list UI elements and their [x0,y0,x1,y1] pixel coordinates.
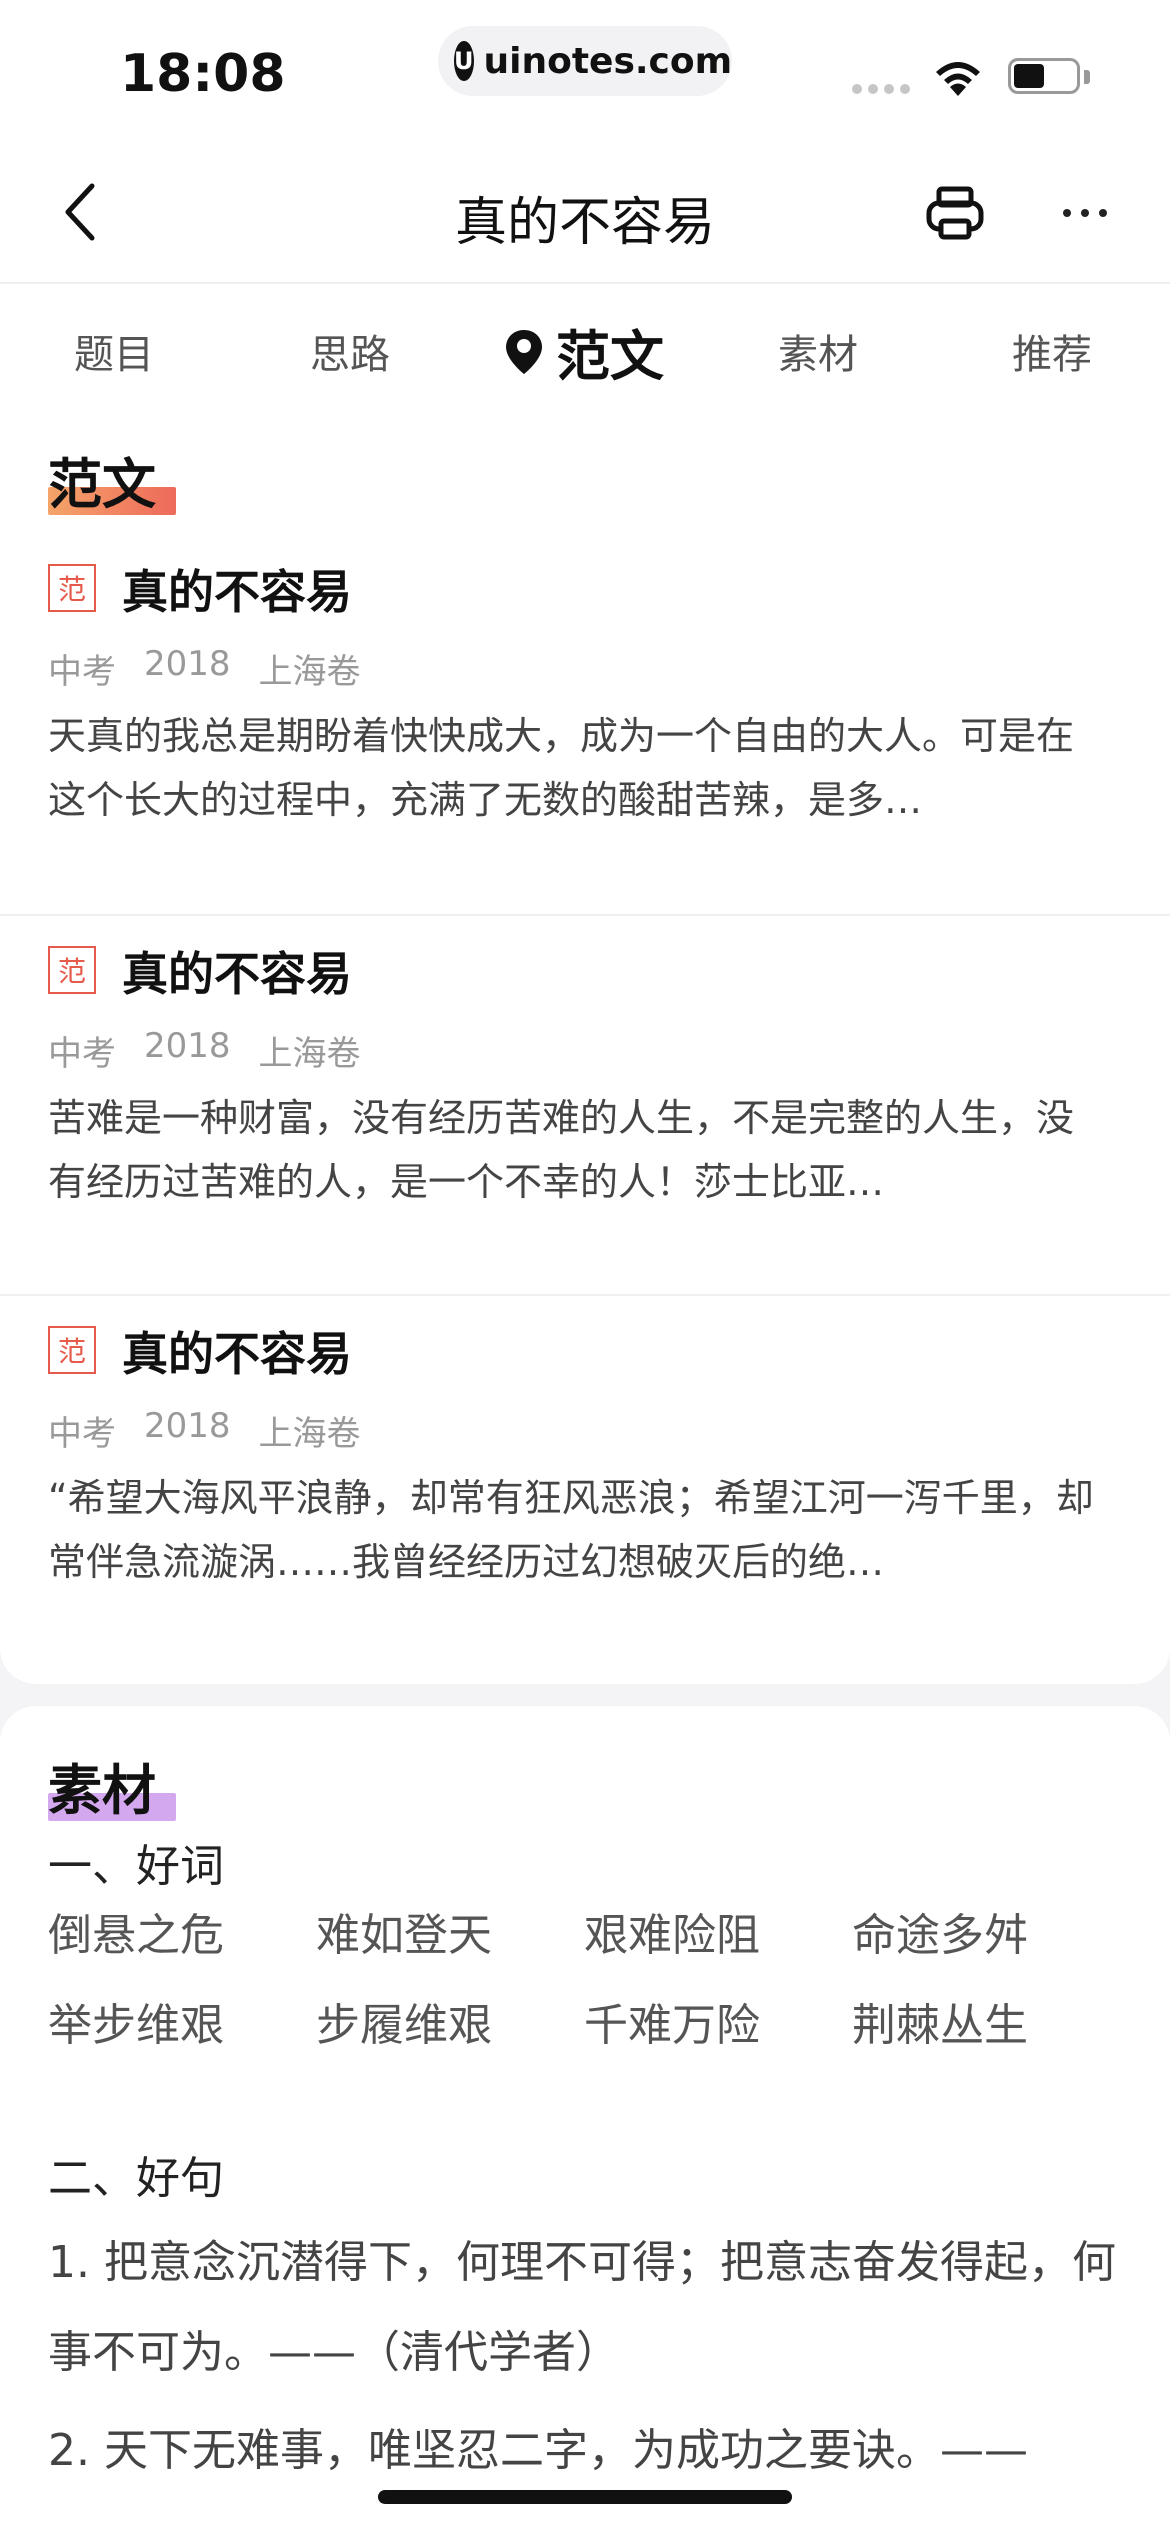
model-badge: 范 [48,1326,96,1374]
essay-title: 真的不容易 [122,565,352,619]
essay-region: 上海卷 [258,652,361,692]
essay-year: 2018 [144,1406,231,1446]
essay-year: 2018 [144,1026,231,1066]
cellular-signal-icon [852,84,910,94]
essay-meta: 中考 2018 上海卷 [48,1026,361,1075]
printer-icon [926,186,984,240]
good-word: 难如登天 [316,1910,492,1961]
tab-topic[interactable]: 题目 [74,322,154,380]
good-word: 艰难险阻 [584,1910,760,1961]
essay-title: 真的不容易 [122,947,352,1001]
battery-level [1014,64,1044,88]
good-sentences-heading: 二、好句 [48,2153,224,2204]
essay-exam: 中考 [48,1034,116,1074]
tab-model-essay[interactable]: 范文 [504,312,664,391]
url-pill[interactable]: U uinotes.com [438,26,732,96]
nav-bar: 真的不容易 [0,140,1170,284]
model-badge: 范 [48,564,96,612]
good-word: 千难万险 [584,2000,760,2051]
more-dot [1063,209,1071,217]
essay-region: 上海卷 [258,1034,361,1074]
tab-material[interactable]: 素材 [778,322,858,380]
essay-excerpt: “希望大海风平浪静，却常有狂风恶浪；希望江河一泻千里，却常伴急流漩涡……我曾经经… [48,1476,1094,1584]
essay-meta: 中考 2018 上海卷 [48,644,361,693]
location-pin-icon [506,329,542,374]
essay-excerpt: 苦难是一种财富，没有经历苦难的人生，不是完整的人生，没有经历过苦难的人，是一个不… [48,1096,1075,1204]
essay-excerpt: 天真的我总是期盼着快快成大，成为一个自由的大人。可是在这个长大的过程中，充满了无… [48,714,1075,822]
good-word: 举步维艰 [48,2000,224,2051]
home-indicator[interactable] [378,2490,792,2504]
quote-item: 1. 把意念沉潜得下，何理不可得；把意志奋发得起，何事不可为。——（清代学者） [48,2237,1116,2378]
material-heading-text: 素材 [48,1759,156,1822]
battery-tip [1084,70,1090,84]
page-title: 真的不容易 [454,193,715,253]
wifi-icon [936,62,980,96]
good-words-heading: 一、好词 [48,1841,224,1892]
good-words-grid: 倒悬之危 难如登天 艰难险阻 命途多舛 举步维艰 步履维艰 千难万险 荆棘丛生 [48,1906,1128,2056]
url-text: uinotes.com [483,40,733,82]
section-tabs: 题目 思路 范文 素材 推荐 [0,284,1170,414]
good-word: 命途多舛 [852,1910,1028,1961]
model-essay-heading-text: 范文 [48,453,156,516]
essay-item[interactable]: 范 真的不容易 中考 2018 上海卷 天真的我总是期盼着快快成大，成为一个自由… [0,534,1170,914]
good-word: 倒悬之危 [48,1910,224,1961]
more-dot [1099,209,1107,217]
model-essay-card: 范文 范 真的不容易 中考 2018 上海卷 天真的我总是期盼着快快成大，成为一… [0,414,1170,1684]
essay-item[interactable]: 范 真的不容易 中考 2018 上海卷 苦难是一种财富，没有经历苦难的人生，不是… [0,914,1170,1294]
good-word: 步履维艰 [316,2000,492,2051]
more-dot [1081,209,1089,217]
site-logo-icon: U [454,41,474,81]
essay-meta: 中考 2018 上海卷 [48,1406,361,1455]
more-button[interactable] [1050,178,1120,248]
tab-ideas[interactable]: 思路 [310,322,390,380]
tab-model-essay-label: 范文 [556,325,664,388]
good-word: 荆棘丛生 [852,2000,1028,2051]
essay-year: 2018 [144,644,231,684]
status-bar: 18:08 U uinotes.com [0,0,1170,140]
print-button[interactable] [920,178,990,248]
essay-item[interactable]: 范 真的不容易 中考 2018 上海卷 “希望大海风平浪静，却常有狂风恶浪；希望… [0,1294,1170,1674]
quote-item: 2. 天下无难事，唯坚忍二字，为成功之要诀。—— [48,2425,1028,2476]
status-time: 18:08 [120,44,286,104]
model-essay-heading: 范文 [48,440,176,519]
essay-title: 真的不容易 [122,1327,352,1381]
tab-recommend[interactable]: 推荐 [1012,322,1092,380]
essay-exam: 中考 [48,1414,116,1454]
material-heading: 素材 [48,1746,176,1825]
battery-icon [1008,58,1080,94]
material-card: 素材 一、好词 倒悬之危 难如登天 艰难险阻 命途多舛 举步维艰 步履维艰 千难… [0,1706,1170,2532]
essay-region: 上海卷 [258,1414,361,1454]
model-badge: 范 [48,946,96,994]
essay-exam: 中考 [48,652,116,692]
